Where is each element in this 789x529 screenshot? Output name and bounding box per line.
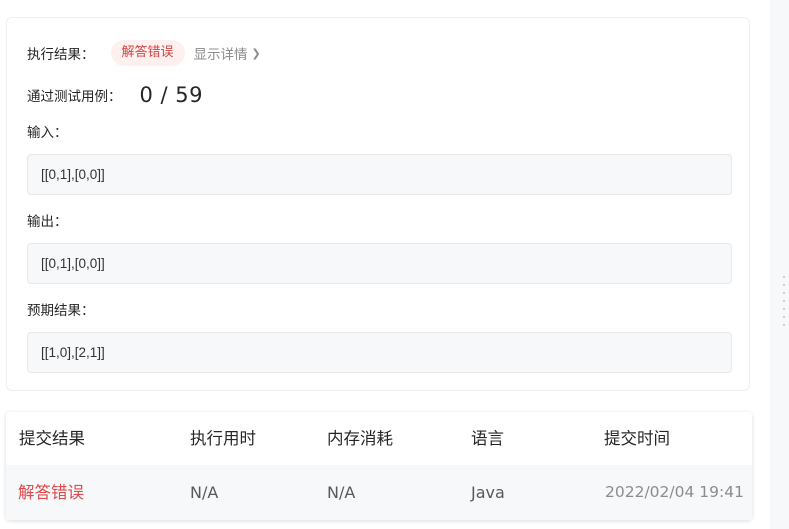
show-details-label: 显示详情 <box>193 47 248 63</box>
panel-divider <box>779 0 789 529</box>
header-language: 语言 <box>471 429 504 448</box>
input-box: [[0,1],[0,0]] <box>27 154 732 195</box>
table-row[interactable]: 解答错误 N/A N/A Java 2022/02/04 19:41 <box>6 465 752 520</box>
row-status[interactable]: 解答错误 <box>18 465 84 520</box>
row-time: 2022/02/04 19:41 <box>605 483 744 501</box>
output-box: [[0,1],[0,0]] <box>27 243 732 284</box>
show-details-link[interactable]: 显示详情 ❯ <box>193 43 261 64</box>
input-label: 输入： <box>27 125 68 141</box>
status-row: 执行结果： 解答错误 显示详情 ❯ <box>27 40 261 66</box>
chevron-right-icon: ❯ <box>251 46 261 60</box>
expected-label: 预期结果： <box>27 303 95 319</box>
passed-cases-label: 通过测试用例： <box>27 89 122 105</box>
result-card: 执行结果： 解答错误 显示详情 ❯ 通过测试用例： 0 / 59 输入： [[0… <box>6 17 750 391</box>
header-status: 提交结果 <box>19 429 85 448</box>
status-badge: 解答错误 <box>110 40 185 66</box>
passed-cases-value: 0 / 59 <box>139 83 204 107</box>
row-runtime: N/A <box>190 483 219 502</box>
passed-cases-row: 通过测试用例： 0 / 59 <box>27 80 203 110</box>
row-memory: N/A <box>327 483 356 502</box>
header-runtime: 执行用时 <box>190 429 256 448</box>
row-language: Java <box>471 483 505 502</box>
header-memory: 内存消耗 <box>327 429 393 448</box>
status-label: 执行结果： <box>27 47 95 63</box>
drag-handle-icon[interactable] <box>782 276 786 332</box>
output-label: 输出： <box>27 214 68 230</box>
header-time: 提交时间 <box>604 429 670 448</box>
table-header: 提交结果 执行用时 内存消耗 语言 提交时间 <box>6 412 752 465</box>
submissions-table: 提交结果 执行用时 内存消耗 语言 提交时间 解答错误 N/A N/A Java… <box>6 412 752 520</box>
expected-box: [[1,0],[2,1]] <box>27 332 732 373</box>
